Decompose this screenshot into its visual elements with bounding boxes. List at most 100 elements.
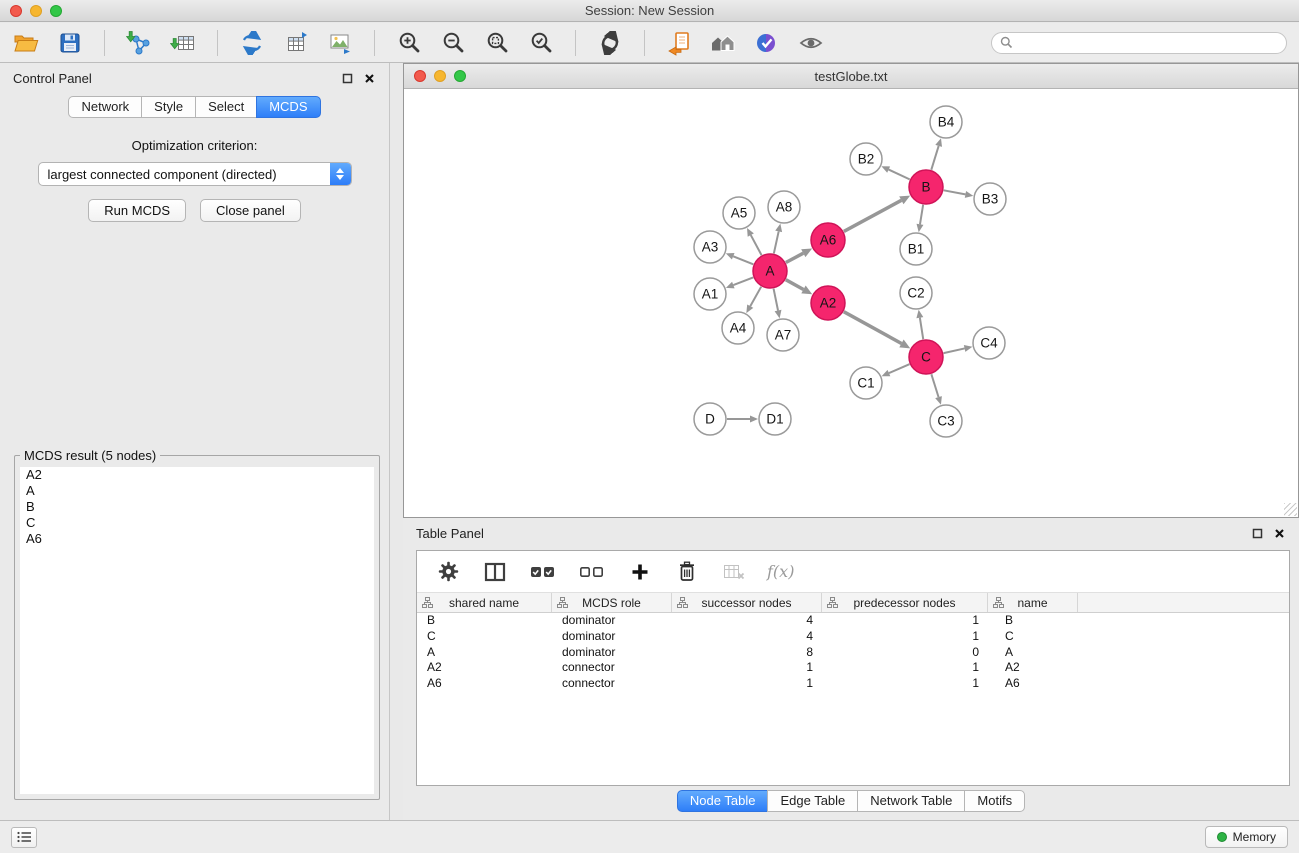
column-header-shared-name[interactable]: shared name <box>417 593 552 612</box>
network-window-titlebar[interactable]: testGlobe.txt <box>404 64 1298 89</box>
zoom-in-icon[interactable] <box>395 29 423 57</box>
tab-network[interactable]: Network <box>68 96 142 118</box>
graph-edge-B-B1[interactable] <box>920 205 923 225</box>
float-panel-icon[interactable] <box>340 71 354 85</box>
result-item-a6[interactable]: A6 <box>20 531 374 547</box>
minimize-network-icon[interactable] <box>434 70 446 82</box>
graph-node-A6[interactable]: A6 <box>811 223 845 257</box>
graph-edge-B-B2[interactable] <box>889 170 910 180</box>
graph-edge-A-A1[interactable] <box>733 277 753 285</box>
resize-grip-icon[interactable] <box>1284 503 1297 516</box>
graph-edge-C-C2[interactable] <box>920 318 923 340</box>
result-item-a[interactable]: A <box>20 483 374 499</box>
zoom-fit-icon[interactable] <box>483 29 511 57</box>
search-box[interactable] <box>991 32 1287 54</box>
graph-node-C[interactable]: C <box>909 340 943 374</box>
export-image-icon[interactable] <box>326 29 354 57</box>
save-session-icon[interactable] <box>56 29 84 57</box>
import-table-icon[interactable] <box>169 29 197 57</box>
graph-edge-A-A7[interactable] <box>774 289 778 311</box>
table-row-c[interactable]: Cdominator41C <box>417 629 1289 645</box>
zoom-selected-icon[interactable] <box>527 29 555 57</box>
graph-node-C4[interactable]: C4 <box>973 327 1005 359</box>
table-row-b[interactable]: Bdominator41B <box>417 613 1289 629</box>
result-item-b[interactable]: B <box>20 499 374 515</box>
graph-node-A2[interactable]: A2 <box>811 286 845 320</box>
graph-edge-A6-B[interactable] <box>844 200 902 231</box>
column-header-predecessor-nodes[interactable]: predecessor nodes <box>822 593 988 612</box>
column-header-mcds-role[interactable]: MCDS role <box>552 593 672 612</box>
result-item-a2[interactable]: A2 <box>20 467 374 483</box>
graph-edge-C-C3[interactable] <box>931 374 938 397</box>
graph-edge-A-A2[interactable] <box>786 280 804 290</box>
graph-node-B1[interactable]: B1 <box>900 233 932 265</box>
clone-network-icon[interactable] <box>238 29 266 57</box>
open-file-icon[interactable] <box>12 29 40 57</box>
tab-node-table[interactable]: Node Table <box>677 790 769 812</box>
tab-style[interactable]: Style <box>141 96 196 118</box>
graph-node-B[interactable]: B <box>909 170 943 204</box>
graph-edge-A-A5[interactable] <box>751 235 762 255</box>
home-icon[interactable] <box>709 29 737 57</box>
select-all-icon[interactable] <box>528 558 558 586</box>
graph-node-B3[interactable]: B3 <box>974 183 1006 215</box>
graph-node-C1[interactable]: C1 <box>850 367 882 399</box>
graph-node-A[interactable]: A <box>753 254 787 288</box>
close-panel-icon[interactable] <box>1272 526 1286 540</box>
graph-edge-A-A8[interactable] <box>774 231 779 253</box>
network-graph[interactable]: B4B2BB3A5A8A6B1A3AC2A1A2A4A7C4CC1C3DD1 <box>404 90 1298 517</box>
table-row-a[interactable]: Adominator80A <box>417 645 1289 661</box>
graph-edge-B-B4[interactable] <box>931 146 938 170</box>
graph-node-A8[interactable]: A8 <box>768 191 800 223</box>
memory-button[interactable]: Memory <box>1205 826 1288 848</box>
graph-edge-B-B3[interactable] <box>944 190 966 194</box>
column-header-successor-nodes[interactable]: successor nodes <box>672 593 822 612</box>
search-input[interactable] <box>1019 36 1278 50</box>
graph-node-C3[interactable]: C3 <box>930 405 962 437</box>
graph-node-A1[interactable]: A1 <box>694 278 726 310</box>
graph-node-D[interactable]: D <box>694 403 726 435</box>
graph-node-C2[interactable]: C2 <box>900 277 932 309</box>
show-columns-icon[interactable] <box>481 558 509 586</box>
tab-select[interactable]: Select <box>195 96 257 118</box>
graph-edge-C-C4[interactable] <box>944 348 965 353</box>
table-settings-gear-icon[interactable] <box>434 558 462 586</box>
graph-edge-A-A6[interactable] <box>786 253 803 262</box>
network-table-icon[interactable] <box>282 29 310 57</box>
graph-node-B2[interactable]: B2 <box>850 143 882 175</box>
close-panel-icon[interactable] <box>362 71 376 85</box>
column-header-name[interactable]: name <box>988 593 1078 612</box>
graph-node-A3[interactable]: A3 <box>694 231 726 263</box>
run-mcds-button[interactable]: Run MCDS <box>88 199 186 222</box>
table-row-a2[interactable]: A2connector11A2 <box>417 660 1289 676</box>
graph-edge-A-A4[interactable] <box>750 287 761 307</box>
result-item-c[interactable]: C <box>20 515 374 531</box>
graph-node-D1[interactable]: D1 <box>759 403 791 435</box>
delete-column-icon[interactable] <box>673 558 701 586</box>
deselect-all-icon[interactable] <box>577 558 607 586</box>
refresh-layout-icon[interactable] <box>596 29 624 57</box>
close-network-icon[interactable] <box>414 70 426 82</box>
close-window-icon[interactable] <box>10 5 22 17</box>
tab-motifs[interactable]: Motifs <box>964 790 1025 812</box>
graph-edge-A2-C[interactable] <box>844 312 902 344</box>
graph-node-A4[interactable]: A4 <box>722 312 754 344</box>
minimize-window-icon[interactable] <box>30 5 42 17</box>
zoom-out-icon[interactable] <box>439 29 467 57</box>
graph-edge-A-A3[interactable] <box>733 256 753 264</box>
task-history-button[interactable] <box>11 827 37 848</box>
show-graphics-eye-icon[interactable] <box>797 29 825 57</box>
import-network-icon[interactable] <box>125 29 153 57</box>
tab-mcds[interactable]: MCDS <box>256 96 320 118</box>
tab-network-table[interactable]: Network Table <box>857 790 965 812</box>
table-row-a6[interactable]: A6connector11A6 <box>417 676 1289 692</box>
network-canvas[interactable]: B4B2BB3A5A8A6B1A3AC2A1A2A4A7C4CC1C3DD1 <box>404 90 1298 517</box>
graph-edge-C-C1[interactable] <box>889 364 910 373</box>
optimization-criterion-select[interactable]: largest connected component (directed) <box>38 162 352 186</box>
tab-edge-table[interactable]: Edge Table <box>767 790 858 812</box>
zoom-network-icon[interactable] <box>454 70 466 82</box>
close-panel-button[interactable]: Close panel <box>200 199 301 222</box>
open-session-icon[interactable] <box>665 29 693 57</box>
apply-style-icon[interactable] <box>753 29 781 57</box>
add-column-icon[interactable] <box>626 558 654 586</box>
